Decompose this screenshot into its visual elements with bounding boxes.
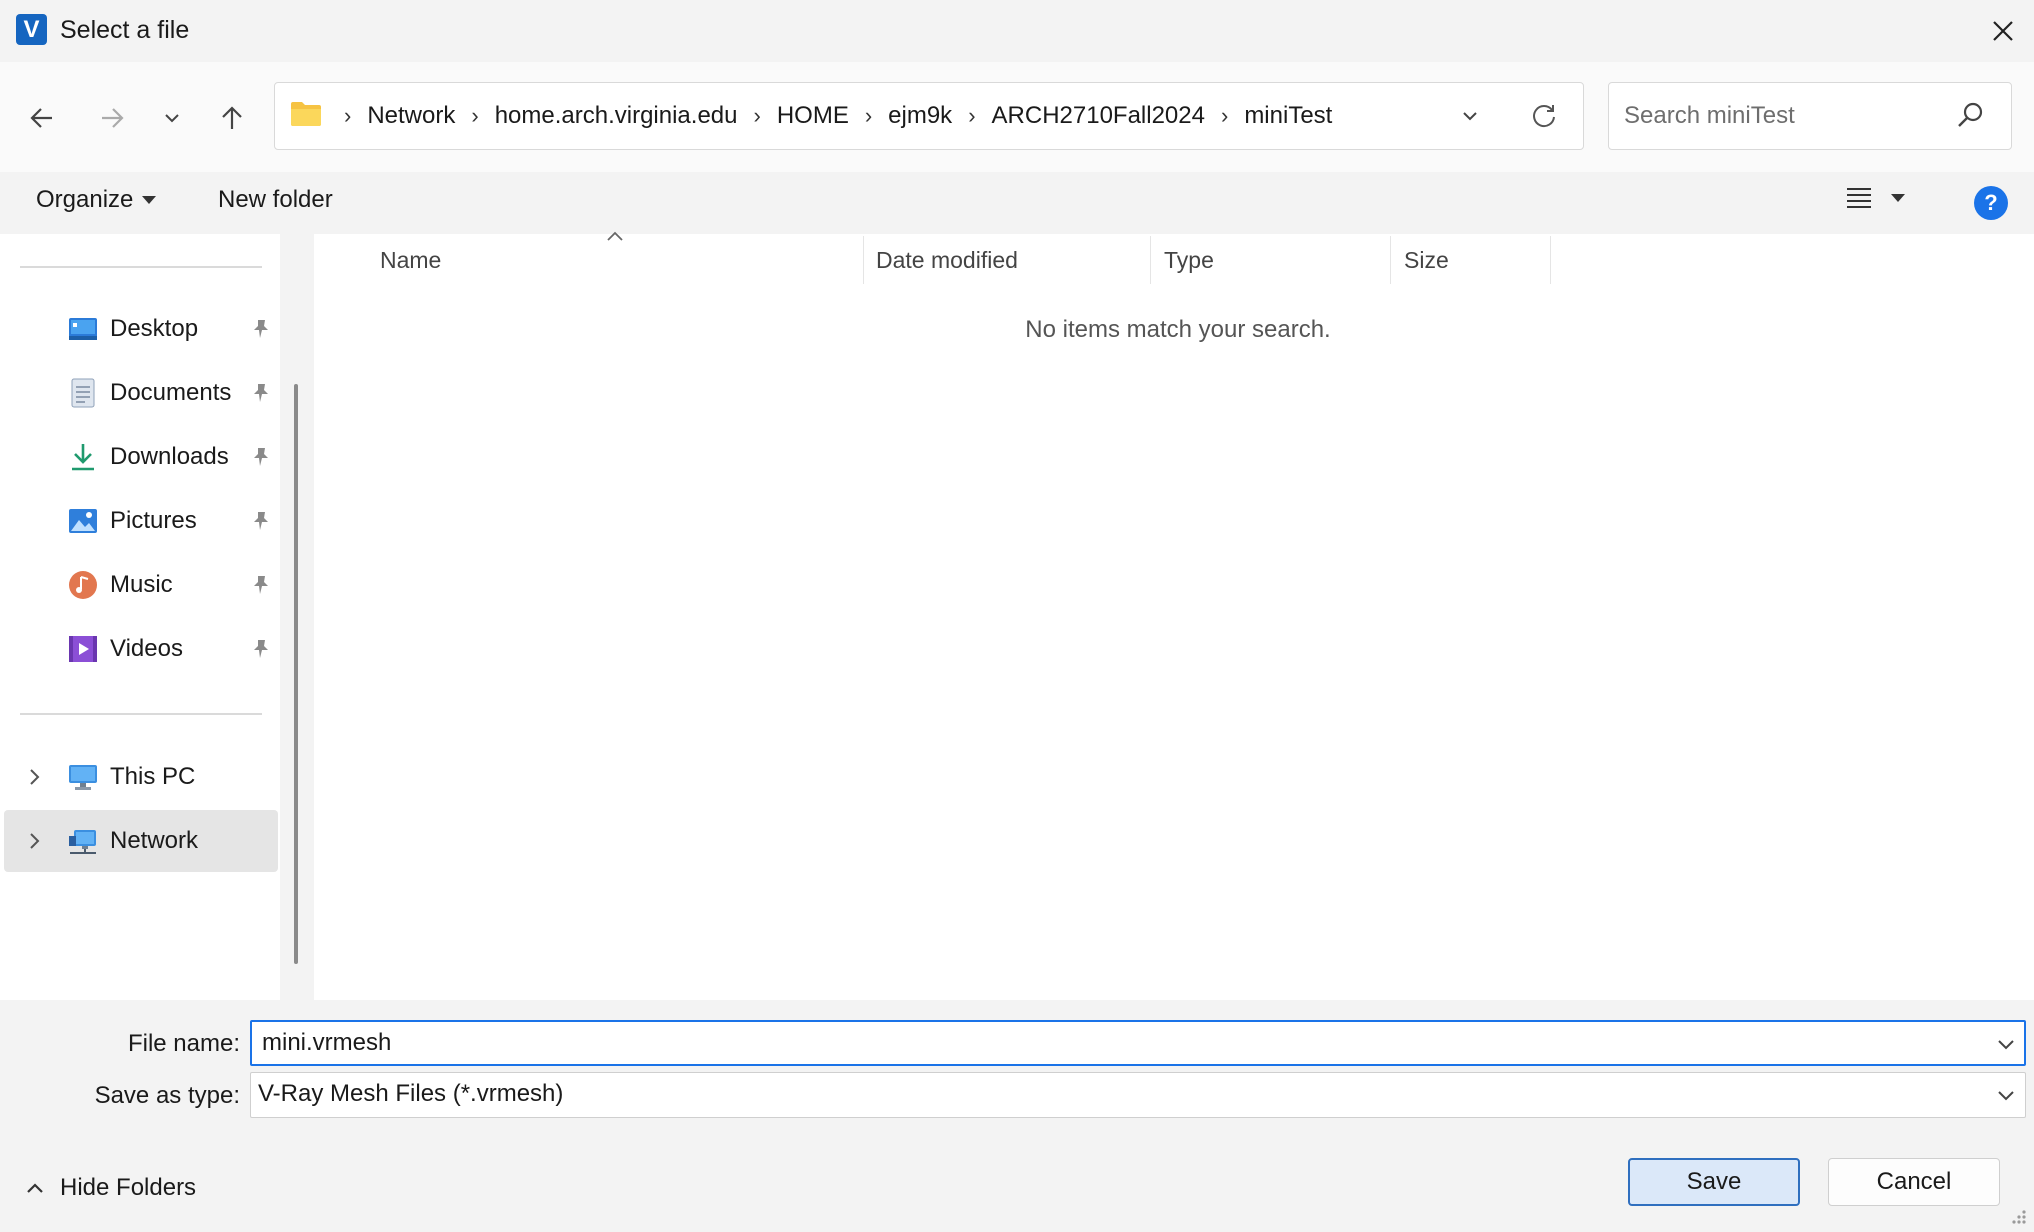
breadcrumb-user[interactable]: ejm9k xyxy=(880,102,960,130)
close-icon xyxy=(1993,21,2013,41)
file-name-input[interactable] xyxy=(262,1026,1962,1060)
organize-label: Organize xyxy=(36,186,134,213)
chevron-right-icon[interactable] xyxy=(24,831,44,851)
address-dropdown-button[interactable] xyxy=(1446,92,1494,140)
sidebar-item-label: Pictures xyxy=(110,507,197,534)
window-title: Select a file xyxy=(60,16,190,44)
vray-app-icon: V xyxy=(16,14,47,45)
caret-down-icon xyxy=(142,196,157,204)
breadcrumb-separator[interactable]: › xyxy=(960,103,983,129)
caret-down-icon xyxy=(1891,194,1905,202)
videos-icon xyxy=(69,636,97,662)
sidebar-item-label: Music xyxy=(110,571,173,598)
documents-icon xyxy=(71,378,95,408)
close-button[interactable] xyxy=(1980,8,2026,54)
pin-icon[interactable] xyxy=(250,638,272,660)
save-as-type-label: Save as type: xyxy=(94,1082,240,1109)
chevron-down-icon xyxy=(1463,112,1477,121)
search-input[interactable] xyxy=(1624,96,1954,136)
resize-grip-icon[interactable] xyxy=(2008,1206,2028,1226)
file-list xyxy=(314,234,2034,1000)
chevron-up-icon xyxy=(27,1183,43,1193)
sidebar-item-videos[interactable]: Videos xyxy=(0,618,278,680)
hide-folders-label: Hide Folders xyxy=(60,1174,197,1201)
column-separator[interactable] xyxy=(1150,236,1151,284)
back-button[interactable] xyxy=(16,92,68,144)
sidebar-item-label: Videos xyxy=(110,635,183,662)
sidebar-item-this-pc[interactable]: This PC xyxy=(0,746,278,808)
arrow-up-icon xyxy=(222,106,242,129)
column-header-type[interactable]: Type xyxy=(1154,236,1390,284)
downloads-icon xyxy=(72,444,94,471)
sidebar-item-label: Network xyxy=(110,827,199,854)
save-button[interactable]: Save xyxy=(1628,1158,1800,1206)
column-separator[interactable] xyxy=(1390,236,1391,284)
sidebar-scrollbar[interactable] xyxy=(294,384,298,964)
up-button[interactable] xyxy=(206,92,258,144)
breadcrumb-separator[interactable]: › xyxy=(336,103,359,129)
refresh-button[interactable] xyxy=(1520,92,1568,140)
view-options-button[interactable] xyxy=(1846,186,1906,210)
empty-list-message: No items match your search. xyxy=(1025,316,1331,343)
column-header-name[interactable]: Name xyxy=(370,236,864,284)
computer-icon xyxy=(69,765,97,790)
pin-icon[interactable] xyxy=(250,318,272,340)
folder-icon xyxy=(291,102,321,126)
sidebar-divider xyxy=(20,266,262,268)
sidebar-item-label: Documents xyxy=(110,379,232,406)
chevron-down-icon xyxy=(165,114,179,123)
column-separator[interactable] xyxy=(863,236,864,284)
pictures-icon xyxy=(69,509,97,533)
breadcrumb: › Network › home.arch.virginia.edu › HOM… xyxy=(336,82,1340,150)
breadcrumb-home[interactable]: HOME xyxy=(769,102,857,130)
refresh-icon xyxy=(1533,105,1555,128)
sidebar-item-pictures[interactable]: Pictures xyxy=(0,490,278,552)
desktop-icon xyxy=(69,318,97,340)
column-header-size[interactable]: Size xyxy=(1394,236,1550,284)
breadcrumb-current[interactable]: miniTest xyxy=(1236,102,1340,130)
breadcrumb-host[interactable]: home.arch.virginia.edu xyxy=(487,102,746,130)
sidebar-item-documents[interactable]: Documents xyxy=(0,362,278,424)
breadcrumb-separator[interactable]: › xyxy=(1213,103,1236,129)
title-bar xyxy=(0,0,2034,62)
sidebar-item-desktop[interactable]: Desktop xyxy=(0,298,278,360)
chevron-down-icon[interactable] xyxy=(1994,1083,2018,1107)
save-as-type-value: V-Ray Mesh Files (*.vrmesh) xyxy=(258,1080,564,1107)
sidebar-item-music[interactable]: Music xyxy=(0,554,278,616)
music-icon xyxy=(69,571,97,599)
network-icon xyxy=(69,830,96,854)
organize-menu-button[interactable]: Organize xyxy=(36,186,157,214)
breadcrumb-separator[interactable]: › xyxy=(746,103,769,129)
list-view-icon xyxy=(1847,188,1871,208)
chevron-right-icon[interactable] xyxy=(24,767,44,787)
breadcrumb-separator[interactable]: › xyxy=(857,103,880,129)
sidebar-item-label: This PC xyxy=(110,763,196,790)
pin-icon[interactable] xyxy=(250,382,272,404)
sidebar-item-network[interactable]: Network xyxy=(4,810,278,872)
arrow-left-icon xyxy=(30,108,52,128)
search-icon[interactable] xyxy=(1954,100,1986,132)
sidebar-divider xyxy=(20,713,262,715)
cancel-button[interactable]: Cancel xyxy=(1828,1158,2000,1206)
column-header-date-modified[interactable]: Date modified xyxy=(866,236,1150,284)
hide-folders-button[interactable]: Hide Folders xyxy=(24,1174,196,1202)
breadcrumb-separator[interactable]: › xyxy=(463,103,486,129)
help-button[interactable]: ? xyxy=(1974,186,2008,220)
pin-icon[interactable] xyxy=(250,510,272,532)
new-folder-button[interactable]: New folder xyxy=(218,186,333,214)
breadcrumb-network[interactable]: Network xyxy=(359,102,463,130)
file-name-label: File name: xyxy=(127,1030,240,1057)
sidebar-item-downloads[interactable]: Downloads xyxy=(0,426,278,488)
sidebar-item-label: Desktop xyxy=(110,315,199,342)
chevron-down-icon[interactable] xyxy=(1994,1032,2018,1056)
recent-locations-button[interactable] xyxy=(146,92,198,144)
pin-icon[interactable] xyxy=(250,446,272,468)
arrow-right-icon xyxy=(102,108,124,128)
breadcrumb-course[interactable]: ARCH2710Fall2024 xyxy=(984,102,1213,130)
sidebar-item-label: Downloads xyxy=(110,443,229,470)
pin-icon[interactable] xyxy=(250,574,272,596)
column-separator[interactable] xyxy=(1550,236,1551,284)
forward-button[interactable] xyxy=(86,92,138,144)
